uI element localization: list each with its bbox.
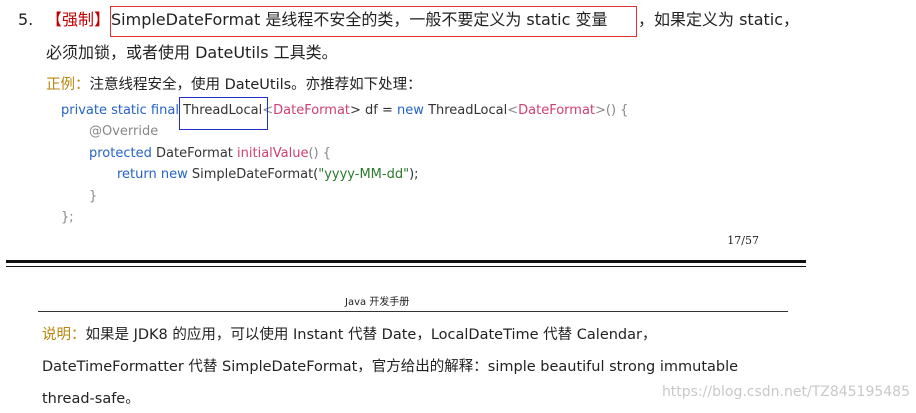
code-class: SimpleDateFormat( (191, 167, 319, 182)
page-break-thin-rule (6, 266, 806, 267)
code-keyword: private static final (61, 103, 179, 118)
code-generic: DateFormat (518, 103, 596, 118)
code-line-5: } (89, 189, 98, 204)
code-text: > df = (350, 103, 398, 118)
rule-number: 5. (18, 10, 34, 29)
page-header-title: Java 开发手册 (345, 297, 410, 308)
code-text: >() { (595, 103, 629, 118)
code-string: "yyyy-MM-dd" (318, 167, 410, 182)
code-type: DateFormat (156, 146, 233, 161)
note-line-2: DateTimeFormatter 代替 SimpleDateFormat，官方… (42, 359, 739, 375)
code-line-3: protected DateFormat initialValue() { (89, 145, 331, 163)
code-keyword: return (117, 167, 157, 182)
note-label: 说明： (42, 327, 86, 343)
note-line-1: 说明：如果是 JDK8 的应用，可以使用 Instant 代替 Date，Loc… (42, 325, 657, 345)
page-number: 17/57 (727, 234, 759, 247)
red-highlight-box (110, 6, 637, 37)
code-line-2: @Override (89, 124, 159, 139)
example-label: 正例： (46, 77, 90, 93)
positive-example: 正例：注意线程安全，使用 DateUtils。亦推荐如下处理： (46, 76, 422, 94)
code-line-4: return new SimpleDateFormat("yyyy-MM-dd"… (117, 166, 419, 184)
code-method: initialValue (237, 146, 309, 161)
note-line-3: thread-safe。 (42, 391, 140, 407)
rule-line-2: 必须加锁，或者使用 DateUtils 工具类。 (46, 43, 338, 62)
blue-highlight-box (179, 97, 268, 130)
code-keyword: new (160, 167, 188, 182)
code-text: ); (409, 167, 419, 182)
code-keyword: protected (89, 146, 152, 161)
note-text-1: 如果是 JDK8 的应用，可以使用 Instant 代替 Date，LocalD… (85, 327, 657, 343)
rule-text-rest: ，如果定义为 static， (638, 10, 800, 29)
rule-line-1: 【强制】 SimpleDateFormat 是线程不安全的类，一般不要定义为 s… (46, 10, 799, 30)
header-rule (38, 311, 788, 312)
example-text: 注意线程安全，使用 DateUtils。亦推荐如下处理： (89, 77, 422, 93)
watermark-text: https://blog.csdn.net/TZ845195485 (661, 384, 910, 400)
code-keyword: new (397, 103, 424, 118)
mandatory-tag: 【强制】 (46, 10, 111, 29)
code-line-6: }; (61, 210, 74, 225)
page-break-thick-rule (6, 260, 806, 263)
code-generic: DateFormat (273, 103, 351, 118)
code-symbol: < (507, 103, 519, 118)
code-line-1: private static final ThreadLocal<DateFor… (61, 102, 628, 120)
code-type: ThreadLocal (428, 103, 508, 118)
code-text: () { (308, 146, 332, 161)
